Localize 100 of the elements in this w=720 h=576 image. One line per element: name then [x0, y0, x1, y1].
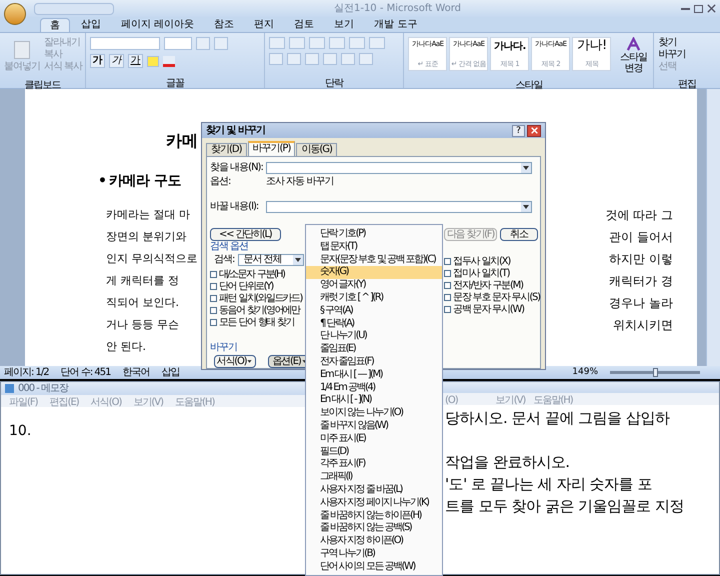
font-name-field[interactable]	[90, 37, 160, 50]
editing-command[interactable]: 바꾸기	[658, 49, 716, 61]
checkbox[interactable]	[210, 318, 217, 326]
vertical-scrollbar[interactable]	[706, 89, 720, 366]
format-button[interactable]: 서식(O)	[214, 355, 256, 368]
editing-command[interactable]: 찾기	[658, 37, 716, 49]
checkbox[interactable]	[444, 282, 451, 288]
checkbox[interactable]	[444, 294, 451, 300]
checkbox[interactable]	[210, 306, 217, 314]
menu-item[interactable]: 단락 기호(P)	[306, 228, 442, 241]
slider-thumb[interactable]	[653, 368, 658, 377]
body-text: 관이 들어서	[609, 229, 673, 246]
menu-item[interactable]: 보이지 않는 나누기(O)	[306, 407, 442, 420]
menu-item[interactable]: 단 나누기(U)	[306, 330, 442, 344]
menu-item[interactable]: ¶ 단락(A)	[306, 318, 442, 330]
dropdown-arrow-icon[interactable]	[521, 202, 531, 212]
close-button[interactable]	[527, 124, 541, 136]
font-size-field[interactable]	[164, 37, 192, 50]
dialog-title: 찾기 및 바꾸기	[206, 124, 266, 138]
clipboard-command: 서식 복사	[44, 61, 82, 73]
find-next-button[interactable]: 다음 찾기(F)	[444, 228, 497, 241]
window-title: 실전1-10 - Microsoft Word	[332, 2, 462, 16]
clipboard-command: 잘라내기	[44, 37, 81, 49]
menu-item[interactable]: 사용자 지정 페이지 나누기(K)	[306, 496, 442, 510]
body-text: 거나 등등 무슨	[106, 317, 179, 333]
dropdown-arrow-icon[interactable]	[293, 254, 304, 264]
dropdown-arrow-icon[interactable]	[521, 162, 531, 172]
replace-field[interactable]	[266, 200, 532, 212]
find-field[interactable]	[266, 162, 532, 174]
bullet: •	[98, 172, 107, 191]
menu-item[interactable]: 문자(문장 부호 및 공백 포함)(C)	[306, 254, 442, 266]
checkbox-label: 접미사 일치(T)	[453, 266, 510, 280]
options-label: 옵션:	[210, 174, 232, 188]
dropdown-arrow-icon[interactable]	[246, 358, 254, 365]
format-button[interactable]: 가	[128, 54, 143, 68]
ribbon-tab[interactable]: 홈	[40, 18, 70, 32]
ribbon-tab[interactable]: 참조	[205, 18, 244, 32]
menu-item[interactable]: Em 대시 [ — ](M)	[306, 368, 442, 382]
checkbox[interactable]	[444, 270, 451, 276]
menu-item[interactable]: 사용자 지정 줄 바꿈(L)	[306, 484, 442, 497]
ribbon-tab[interactable]: 개발 도구	[365, 18, 426, 32]
search-scope-select[interactable]: 문서 전체	[238, 254, 304, 266]
document-title: 카메	[166, 130, 198, 152]
menu-item[interactable]: 줄 바꿈하지 않는 하이픈(H)	[306, 510, 442, 522]
help-button[interactable]: ?	[512, 124, 525, 136]
notepad-text: 당하시오. 문서 끝에 그림을 삽입하	[445, 408, 670, 429]
menu-item[interactable]: 필드(D)	[306, 446, 442, 458]
menu-item[interactable]: 구역 나누기(B)	[306, 548, 442, 561]
checkbox[interactable]	[210, 282, 217, 290]
checkbox-label: 공백 문자 무시(W)	[453, 302, 524, 316]
ribbon-tab[interactable]: 페이지 레이아웃	[112, 18, 204, 32]
document-heading: 카메라 구도	[108, 172, 181, 191]
menu-item[interactable]: 줄임표(E)	[306, 343, 442, 356]
menu-item[interactable]: En 대시 [ - ](N)	[306, 394, 442, 408]
menu-item[interactable]: § 구역(A)	[306, 304, 442, 318]
dialog-tab[interactable]: 찾기(D)	[206, 143, 247, 156]
checkbox[interactable]	[210, 270, 217, 278]
dialog-tab[interactable]: 바꾸기(P)	[248, 141, 296, 156]
menu-item[interactable]: 탭 문자(T)	[306, 240, 442, 254]
dialog-tab[interactable]: 이동(G)	[296, 143, 337, 156]
notepad-title: 000 - 메모장	[18, 382, 68, 396]
menu-item[interactable]: 각주 표시(F)	[306, 458, 442, 472]
checkbox-label: 대/소문자 구분(H)	[219, 268, 284, 281]
menu-item[interactable]: 숫자(G)	[306, 266, 442, 280]
menu-item[interactable]: 미주 표시(E)	[306, 432, 442, 446]
zoom-slider[interactable]	[610, 371, 700, 374]
menu-item[interactable]: 영어 글자(Y)	[306, 279, 442, 292]
menu-item[interactable]: 사용자 지정 하이픈(O)	[306, 535, 442, 548]
body-text: 경우나 놀라	[609, 295, 673, 312]
checkbox[interactable]	[444, 258, 451, 264]
close-icon[interactable]	[707, 4, 716, 13]
ribbon-tab[interactable]: 편지	[245, 18, 284, 32]
checkbox[interactable]	[444, 306, 451, 312]
notepad-text: 트를 모두 찾아 굵은 기울임꼴로 지정	[445, 496, 684, 517]
menu-item[interactable]: 1/4 Em 공백(4)	[306, 382, 442, 394]
ribbon-tab[interactable]: 검토	[285, 18, 324, 32]
menu-item[interactable]: 캐럿 기호 [ ^ ](R)	[306, 292, 442, 305]
font-color-icon[interactable]	[163, 56, 175, 66]
maximize-icon[interactable]	[694, 4, 703, 12]
page-count: 페이지: 1/2	[4, 366, 49, 380]
format-button[interactable]: 가	[109, 54, 124, 68]
less-button[interactable]: << 간단히(L)	[210, 228, 281, 241]
menu-item[interactable]: 단어 사이의 모든 공백(W)	[306, 560, 442, 574]
style-change-icon[interactable]	[626, 37, 641, 52]
minimize-icon[interactable]	[681, 8, 690, 10]
body-text: 게 캐릭터를 정	[106, 273, 179, 289]
menu-item[interactable]: 그래픽(I)	[306, 471, 442, 484]
menu-item[interactable]: 줄 바꾸지 않음(W)	[306, 420, 442, 433]
paste-label: 붙여넣기	[4, 60, 40, 74]
format-button[interactable]: 가	[90, 54, 105, 68]
checkbox-label: 전자/반자 구분(M)	[453, 278, 523, 292]
menu-item[interactable]: 줄 바꿈하지 않는 공백(S)	[306, 522, 442, 536]
cancel-button[interactable]: 취소	[500, 228, 538, 241]
body-text: 직되어 보인다.	[106, 295, 179, 311]
find-label: 찾을 내용(N):	[210, 161, 262, 175]
ribbon-tab[interactable]: 삽입	[72, 18, 110, 32]
section-label: 검색 옵션	[210, 241, 248, 253]
office-button[interactable]	[4, 2, 26, 24]
ribbon-tab[interactable]: 보기	[325, 18, 364, 32]
checkbox[interactable]	[210, 294, 217, 302]
